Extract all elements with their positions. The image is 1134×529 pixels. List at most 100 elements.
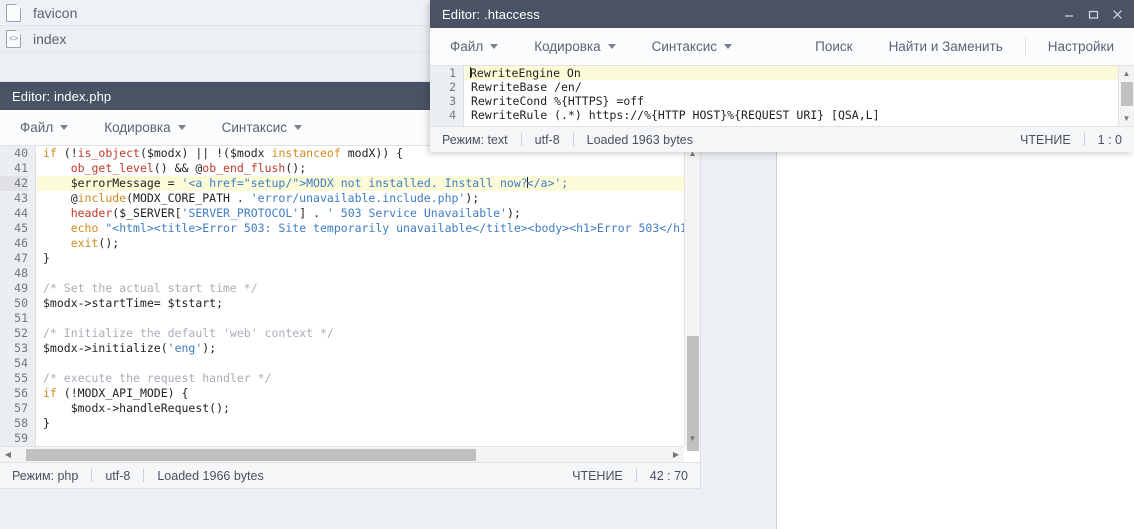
- code-token: $modx: [229, 146, 265, 160]
- code-line[interactable]: exit();: [37, 236, 700, 251]
- code-token: [: [174, 206, 182, 220]
- index-status-readonly: ЧТЕНИЕ: [572, 468, 623, 483]
- code-line[interactable]: header($_SERVER['SERVER_PROTOCOL'] . ' 5…: [37, 206, 700, 221]
- index-horizontal-scrollbar[interactable]: ◀ ▶: [0, 446, 684, 462]
- htaccess-menu-find-replace[interactable]: Найти и Заменить: [871, 28, 1021, 65]
- code-line[interactable]: [37, 356, 700, 371]
- code-line[interactable]: RewriteCond %{HTTPS} =off: [465, 94, 1134, 108]
- code-line[interactable]: $modx->startTime= $tstart;: [37, 296, 700, 311]
- editor-window-htaccess[interactable]: Editor: .htaccess Файл Кодировка Синтакс…: [430, 0, 1134, 152]
- chevron-down-icon: [177, 125, 186, 130]
- code-line[interactable]: $errorMessage = '<a href="setup/">MODX n…: [37, 176, 700, 191]
- code-token: RewriteCond %{HTTPS} =off: [471, 94, 645, 108]
- index-menu-file[interactable]: Файл: [2, 110, 86, 145]
- code-line[interactable]: [37, 431, 700, 446]
- htaccess-menu-file[interactable]: Файл: [432, 28, 516, 65]
- chevron-down-icon: [724, 44, 732, 49]
- code-token: ->handleRequest();: [105, 401, 230, 415]
- htaccess-vertical-scrollbar[interactable]: ▲ ▼: [1118, 66, 1134, 126]
- code-line[interactable]: echo "<html><title>Error 503: Site tempo…: [37, 221, 700, 236]
- code-token: $modx: [70, 401, 106, 415]
- line-number: 47: [14, 251, 28, 265]
- code-line[interactable]: ob_get_level() && @ob_end_flush();: [37, 161, 700, 176]
- code-token: RewriteRule (.*) https://%{HTTP HOST}%{R…: [471, 108, 880, 122]
- chevron-down-icon: [490, 44, 499, 49]
- code-line[interactable]: /* Set the actual start time */: [37, 281, 700, 296]
- index-status-loaded: Loaded 1966 bytes: [157, 468, 264, 483]
- htaccess-status-readonly: ЧТЕНИЕ: [1020, 132, 1071, 147]
- htaccess-status-loaded: Loaded 1963 bytes: [586, 132, 693, 147]
- line-number: 52: [14, 326, 28, 340]
- htaccess-menu-search[interactable]: Поиск: [797, 28, 870, 65]
- chevron-down-icon: [607, 44, 616, 49]
- screen: faviconico<>indexphp Editor: index.php Ф…: [0, 0, 1134, 529]
- htaccess-menubar: Файл Кодировка Синтаксис Поиск Найти и З…: [430, 28, 1134, 66]
- code-line[interactable]: $modx->handleRequest();: [37, 401, 700, 416]
- code-line[interactable]: RewriteBase /en/: [465, 80, 1134, 94]
- code-token: $tstart: [167, 296, 217, 310]
- scroll-up-icon[interactable]: ▲: [1119, 66, 1134, 81]
- line-number: 44: [14, 206, 28, 220]
- index-menu-syntax[interactable]: Синтаксис: [204, 110, 320, 145]
- scroll-down-icon[interactable]: ▼: [685, 431, 700, 446]
- code-token: (!: [56, 146, 78, 160]
- htaccess-menu-encoding[interactable]: Кодировка: [516, 28, 633, 65]
- code-line[interactable]: @include(MODX_CORE_PATH . 'error/unavail…: [37, 191, 700, 206]
- line-number: 4: [449, 108, 456, 122]
- htaccess-status-bar: Режим: text utf-8 Loaded 1963 bytes ЧТЕН…: [430, 126, 1134, 152]
- code-token: RewriteBase /en/: [471, 80, 582, 94]
- code-line[interactable]: if (!MODX_API_MODE) {: [37, 386, 700, 401]
- index-code-lines[interactable]: if (!is_object($modx) || !($modx instanc…: [37, 146, 700, 462]
- htaccess-code-lines[interactable]: RewriteEngine On RewriteBase /en/RewriteC…: [465, 66, 1134, 126]
- code-line[interactable]: RewriteRule (.*) https://%{HTTP HOST}%{R…: [465, 108, 1134, 122]
- htaccess-menu-settings[interactable]: Настройки: [1030, 28, 1132, 65]
- code-line[interactable]: [37, 311, 700, 326]
- index-code-area[interactable]: 40 41 42 43 44 45 46 47 48 49 50 51 52 53 54 55 56 57 58 59…: [0, 146, 700, 462]
- index-vertical-scrollbar[interactable]: ▲ ▼: [684, 146, 700, 451]
- code-token: header: [70, 206, 113, 220]
- code-token: ();: [285, 161, 307, 175]
- minimize-icon[interactable]: [1058, 3, 1080, 25]
- code-token: ;: [216, 296, 224, 310]
- index-status-position: 42 : 70: [649, 468, 688, 483]
- line-number: 2: [449, 80, 456, 94]
- htaccess-menu-syntax[interactable]: Синтаксис: [634, 28, 750, 65]
- chevron-down-icon: [294, 125, 302, 130]
- line-number: 59: [14, 431, 28, 445]
- line-number: 55: [14, 371, 28, 385]
- index-status-mode: Режим: php: [12, 468, 79, 483]
- code-token: '<a href="setup/">MODX not installed. In…: [181, 176, 528, 190]
- index-menu-encoding[interactable]: Кодировка: [86, 110, 203, 145]
- menu-divider: [1024, 36, 1026, 57]
- code-line[interactable]: }: [37, 251, 700, 266]
- line-number: 56: [14, 386, 28, 400]
- code-line[interactable]: /* Initialize the default 'web' context …: [37, 326, 700, 341]
- file-icon: [6, 3, 21, 22]
- htaccess-code-area[interactable]: 1234 RewriteEngine On RewriteBase /en/Rew…: [430, 66, 1134, 126]
- code-line[interactable]: /* execute the request handler */: [37, 371, 700, 386]
- index-hscroll-track[interactable]: [16, 447, 668, 462]
- code-line[interactable]: $modx->initialize('eng');: [37, 341, 700, 356]
- htaccess-status-encoding: utf-8: [534, 132, 560, 147]
- code-token: $modx: [43, 296, 78, 310]
- scroll-left-icon[interactable]: ◀: [0, 450, 16, 459]
- code-line[interactable]: RewriteEngine On: [465, 66, 1134, 80]
- code-file-icon: <>: [6, 29, 21, 48]
- scroll-down-icon[interactable]: ▼: [1119, 111, 1134, 126]
- htaccess-window-controls[interactable]: [1058, 3, 1128, 25]
- code-token: 'SERVER_PROTOCOL': [181, 206, 300, 220]
- scroll-right-icon[interactable]: ▶: [668, 450, 684, 459]
- close-icon[interactable]: [1106, 3, 1128, 25]
- line-number: 43: [14, 191, 28, 205]
- code-line[interactable]: }: [37, 416, 700, 431]
- maximize-icon[interactable]: [1082, 3, 1104, 25]
- index-hscroll-thumb[interactable]: [26, 449, 476, 461]
- code-token: include: [77, 191, 127, 205]
- htaccess-vscroll-thumb[interactable]: [1121, 82, 1133, 106]
- code-line[interactable]: [37, 266, 700, 281]
- htaccess-titlebar[interactable]: Editor: .htaccess: [430, 0, 1134, 28]
- htaccess-line-numbers: 1234: [430, 66, 464, 126]
